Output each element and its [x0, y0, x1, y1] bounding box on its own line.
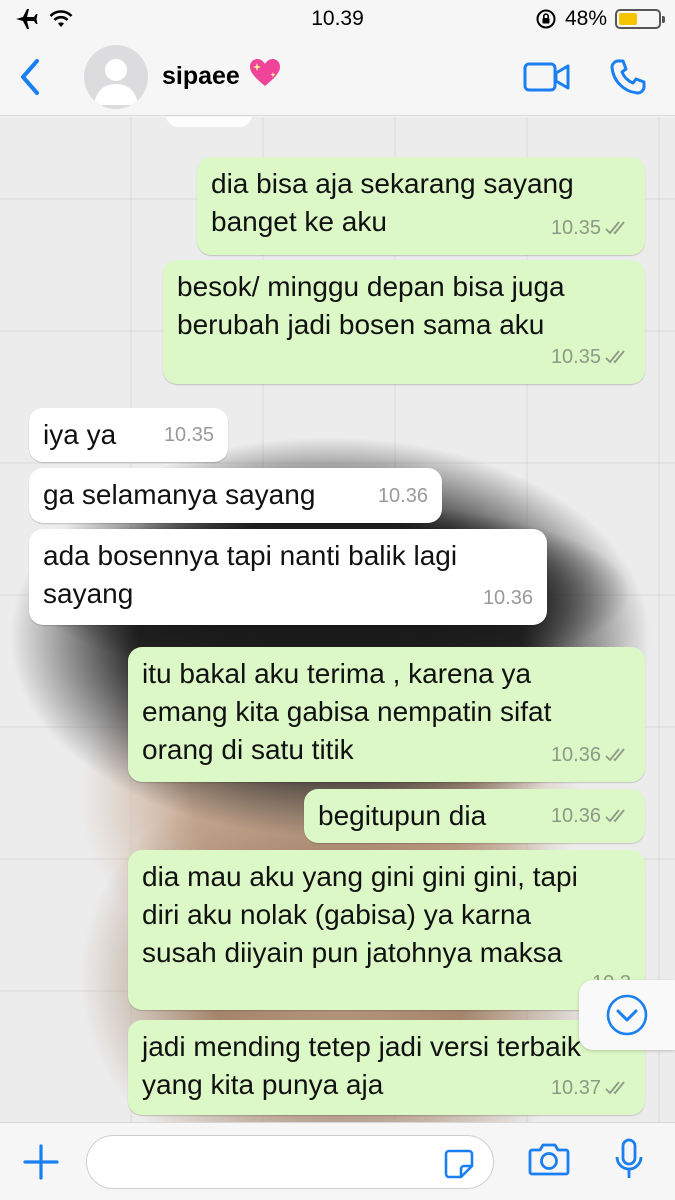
- default-avatar-icon: [94, 58, 138, 105]
- message-meta: 10.36: [551, 797, 631, 835]
- double-check-icon: [605, 809, 625, 823]
- message-meta: 10.37: [551, 1069, 631, 1107]
- contact-name-text: sipaee: [162, 62, 240, 90]
- chevron-down-circle-icon: [606, 994, 648, 1036]
- voice-call-button[interactable]: [609, 58, 647, 96]
- video-call-button[interactable]: [523, 60, 571, 94]
- message-bubble[interactable]: itu bakal aku terima , karena ya emang k…: [128, 647, 645, 782]
- input-bar: [0, 1122, 675, 1200]
- message-bubble[interactable]: jadi mending tetep jadi versi terbaik ya…: [128, 1020, 645, 1115]
- video-camera-icon: [523, 62, 570, 91]
- microphone-icon: [615, 1138, 643, 1178]
- phone-icon: [610, 59, 646, 94]
- back-button[interactable]: [4, 47, 56, 107]
- wifi-icon: [49, 10, 73, 27]
- sticker-button[interactable]: [443, 1148, 475, 1185]
- message-meta: 10.35: [551, 338, 631, 376]
- message-time: 10.36: [377, 485, 428, 507]
- battery-percent: 48%: [564, 7, 607, 30]
- chevron-left-icon: [21, 58, 39, 95]
- message-meta: 10.36: [378, 477, 428, 515]
- message-bubble[interactable]: dia bisa aja sekarang sayang banget ke a…: [197, 157, 645, 255]
- attach-button[interactable]: [6, 1143, 76, 1181]
- message-bubble[interactable]: begitupun dia 10.36: [304, 789, 645, 843]
- battery-icon: [615, 9, 665, 29]
- status-bar: 10.39 48%: [0, 0, 675, 38]
- message-time: 10.36: [550, 744, 601, 766]
- message-time: 10.36: [482, 587, 533, 609]
- message-text: dia mau aku yang gini gini gini, tapi di…: [142, 861, 578, 968]
- sparkling-heart-icon: [248, 57, 282, 96]
- camera-icon: [528, 1143, 570, 1176]
- message-bubble[interactable]: besok/ minggu depan bisa juga berubah ja…: [163, 260, 645, 384]
- status-right: 48%: [535, 7, 665, 31]
- orientation-lock-icon: [536, 9, 556, 29]
- message-input[interactable]: [105, 1148, 445, 1175]
- message-meta: 10.35: [164, 416, 214, 454]
- status-left: [14, 8, 74, 30]
- message-input-field[interactable]: [86, 1134, 494, 1189]
- double-check-icon: [605, 1081, 625, 1095]
- airplane-icon: [16, 9, 38, 29]
- message-time: 10.36: [550, 805, 601, 827]
- chat-area[interactable]: dia bisa aja sekarang sayang banget ke a…: [0, 117, 675, 1122]
- sticker-icon: [444, 1149, 474, 1178]
- message-time: 10.35: [163, 424, 214, 446]
- message-bubble[interactable]: ga selamanya sayang 10.36: [29, 468, 442, 523]
- double-check-icon: [605, 221, 625, 235]
- message-bubble[interactable]: iya ya 10.35: [29, 408, 228, 462]
- header-actions: [523, 58, 647, 96]
- message-text: ada bosennya tapi nanti balik lagi sayan…: [43, 540, 458, 609]
- message-bubble[interactable]: ada bosennya tapi nanti balik lagi sayan…: [29, 529, 547, 625]
- microphone-button[interactable]: [614, 1138, 644, 1185]
- camera-button[interactable]: [528, 1142, 570, 1181]
- double-check-icon: [605, 748, 625, 762]
- double-check-icon: [605, 350, 625, 364]
- message-time: 10.37: [550, 1077, 601, 1099]
- message-text: ga selamanya sayang: [43, 479, 316, 510]
- message-meta: 10.36: [483, 579, 533, 617]
- message-time: 10.35: [550, 217, 601, 239]
- scroll-to-bottom-button[interactable]: [579, 980, 675, 1050]
- previous-message-peek: [166, 117, 252, 127]
- battery-fill: [619, 13, 638, 25]
- contact-name[interactable]: sipaee: [162, 57, 282, 96]
- chat-header: sipaee: [0, 38, 675, 116]
- plus-icon: [23, 1143, 59, 1180]
- message-bubble[interactable]: dia mau aku yang gini gini gini, tapi di…: [128, 850, 645, 1010]
- message-time: 10.35: [550, 346, 601, 368]
- message-text: besok/ minggu depan bisa juga berubah ja…: [177, 271, 565, 340]
- message-meta: 10.35: [551, 209, 631, 247]
- message-meta: 10.36: [551, 736, 631, 774]
- avatar[interactable]: [84, 44, 148, 109]
